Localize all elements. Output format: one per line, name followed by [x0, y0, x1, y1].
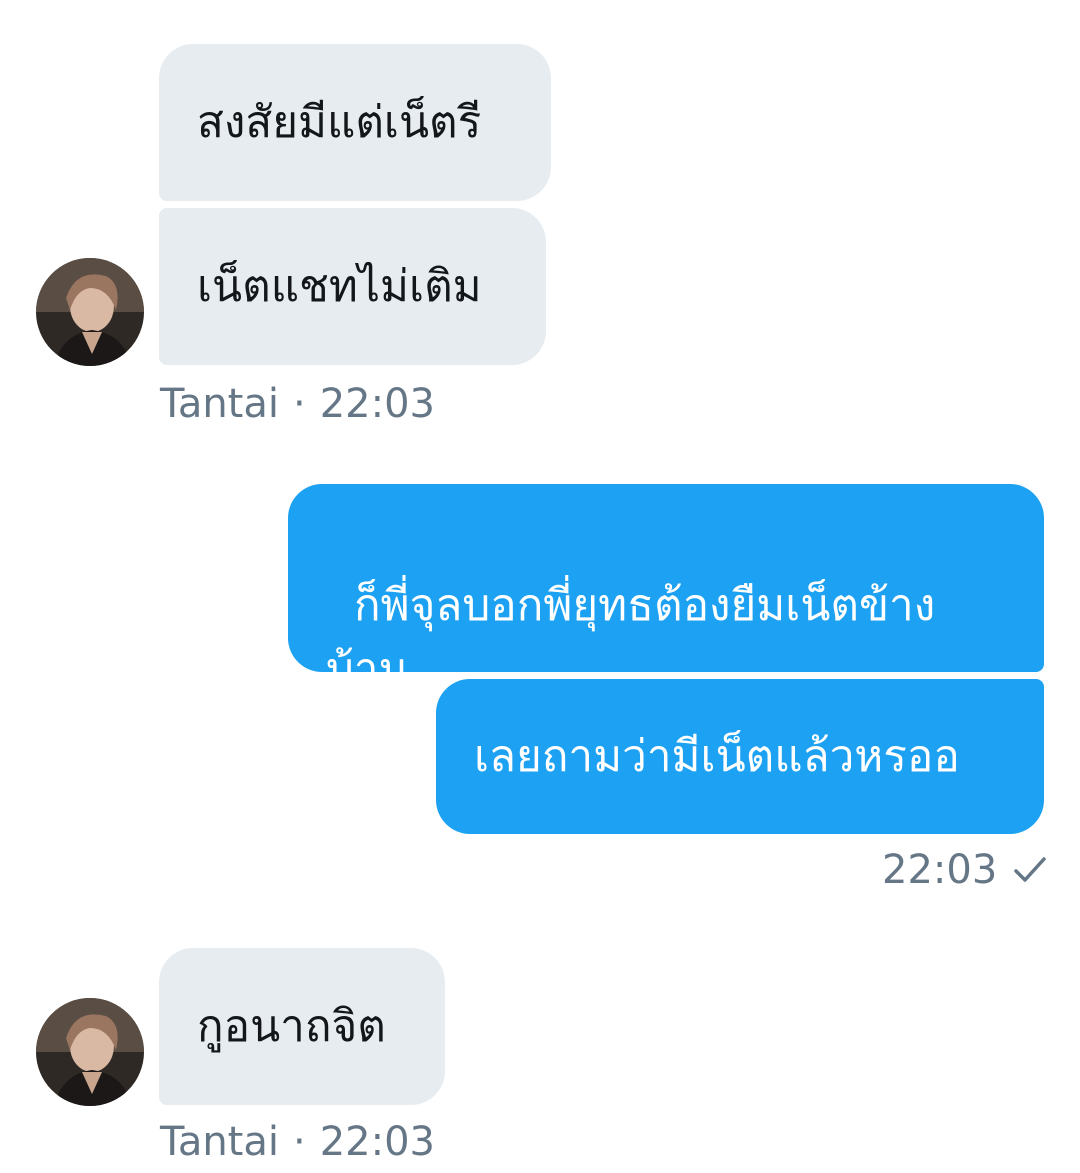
message-bubble-incoming[interactable]: สงสัยมีแต่เน็ตรี [159, 44, 551, 201]
message-text: สงสัยมีแต่เน็ตรี [197, 96, 482, 148]
message-text: เลยถามว่ามีเน็ตแล้วหรออ [474, 730, 960, 782]
message-meta: Tantai · 22:03 [160, 380, 435, 428]
avatar-image [36, 998, 144, 1106]
meta-separator: · [292, 1119, 306, 1165]
message-text: เน็ตแชทไม่เติม [197, 260, 482, 312]
message-meta: Tantai · 22:03 [160, 1118, 435, 1166]
message-bubble-outgoing[interactable]: เลยถามว่ามีเน็ตแล้วหรออ [436, 679, 1044, 834]
meta-separator: · [292, 381, 306, 427]
message-time: 22:03 [882, 847, 998, 893]
check-icon [1013, 848, 1047, 896]
message-time: 22:03 [319, 381, 435, 427]
message-bubble-incoming[interactable]: เน็ตแชทไม่เติม [159, 208, 546, 365]
message-bubble-outgoing[interactable]: ก็พี่จุลบอกพี่ยุทธต้องยืมเน็ตข้าง บ้าน [288, 484, 1044, 695]
message-bubble-incoming[interactable]: กูอนาถจิต [159, 948, 445, 1105]
avatar[interactable] [36, 258, 144, 366]
message-text: กูอนาถจิต [197, 1000, 386, 1052]
avatar[interactable] [36, 998, 144, 1106]
message-meta: 22:03 [882, 846, 1047, 896]
sender-name[interactable]: Tantai [160, 381, 279, 427]
message-time: 22:03 [319, 1119, 435, 1165]
avatar-image [36, 258, 144, 366]
message-text: ก็พี่จุลบอกพี่ยุทธต้องยืมเน็ตข้าง บ้าน [326, 580, 936, 695]
sender-name[interactable]: Tantai [160, 1119, 279, 1165]
